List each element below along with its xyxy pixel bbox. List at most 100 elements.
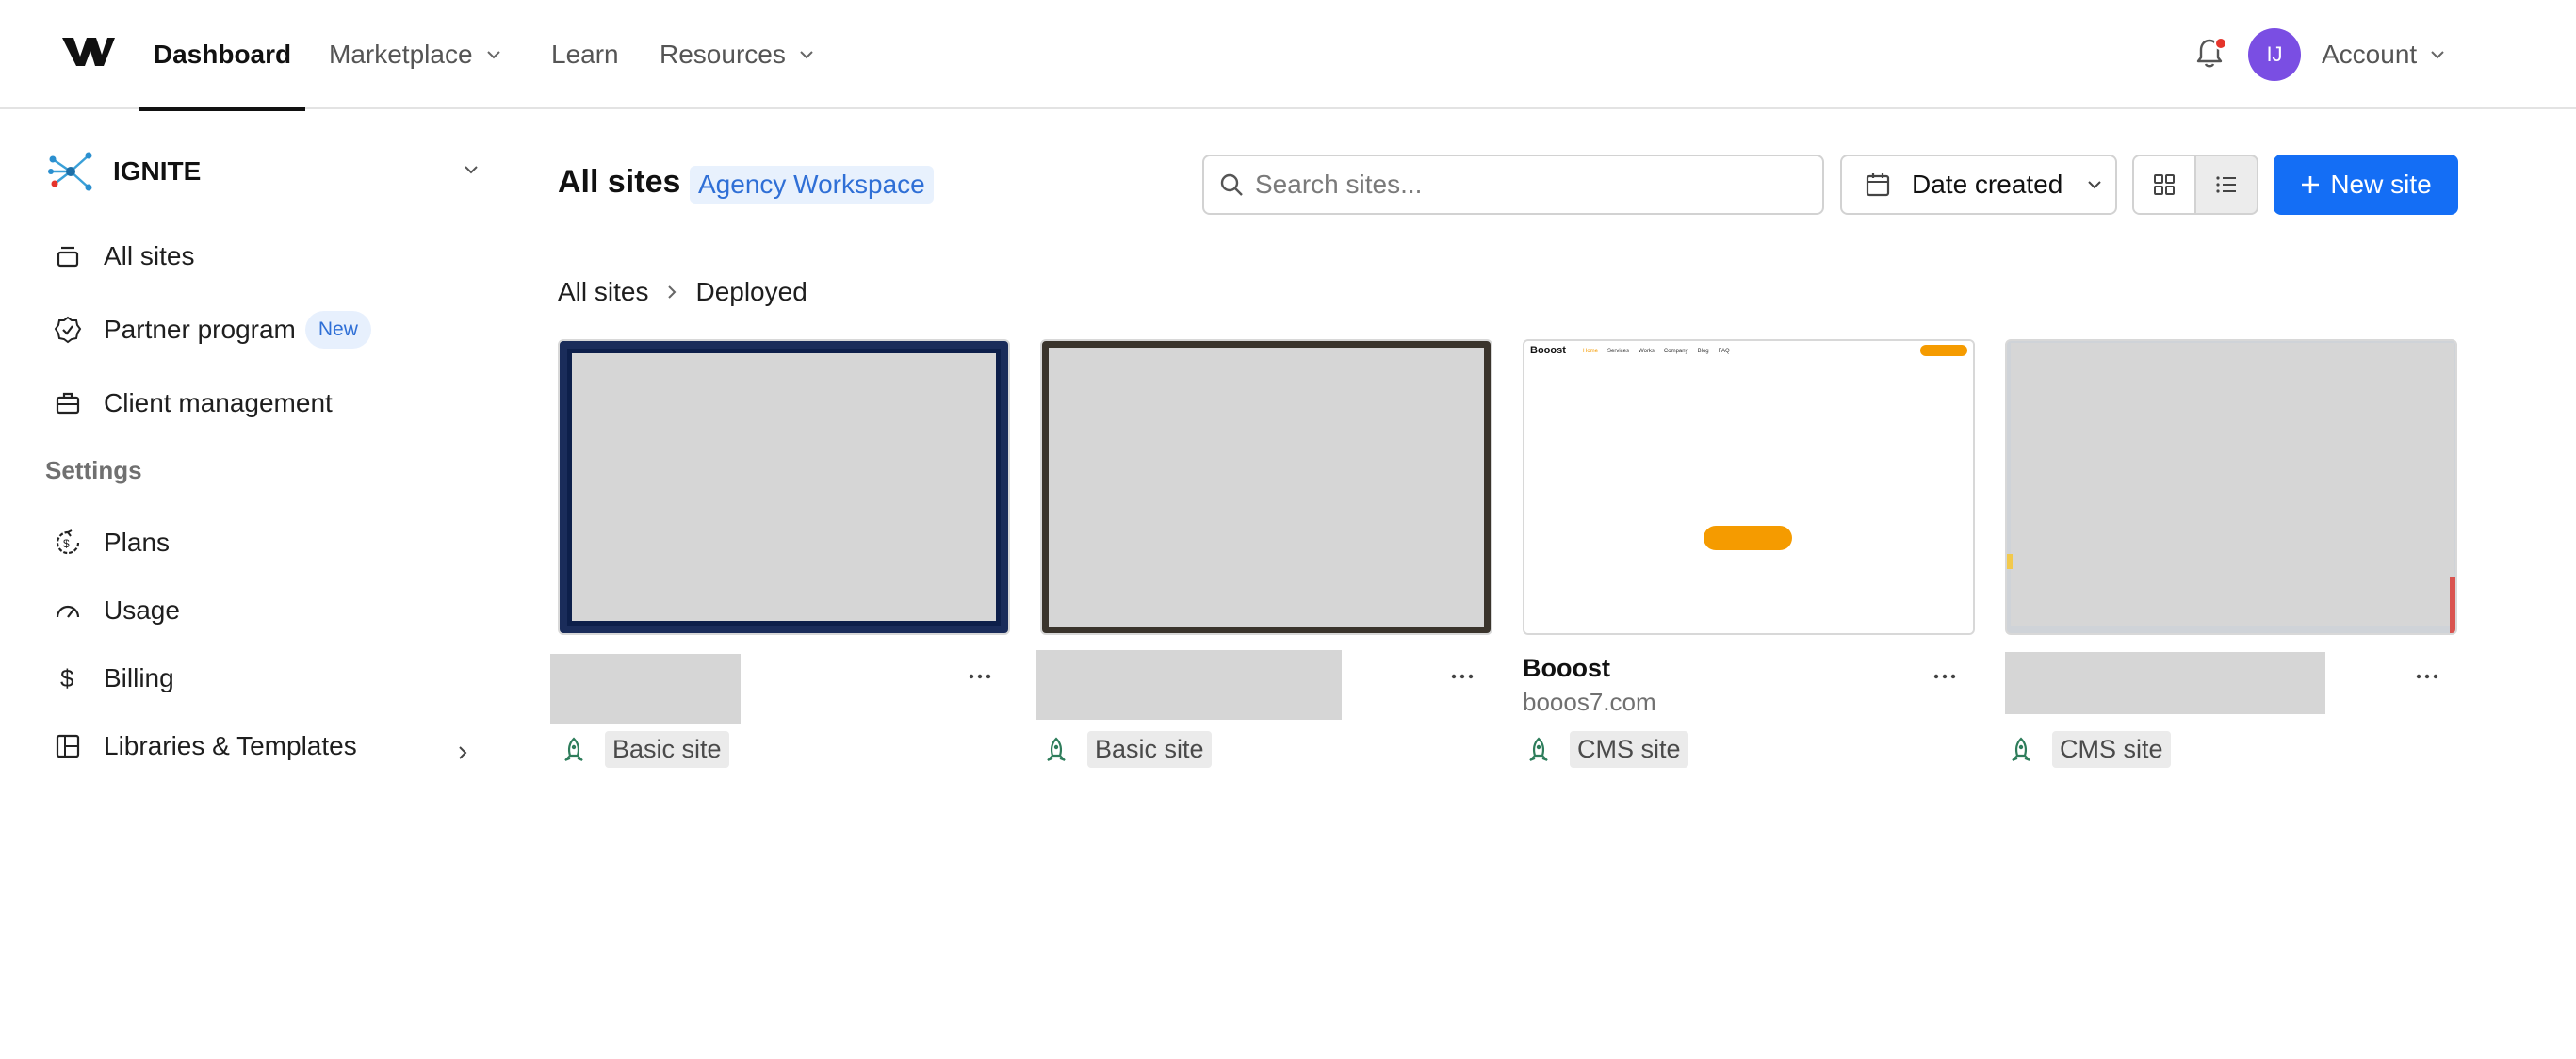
more-options-icon[interactable] (2406, 656, 2448, 697)
site-card: Basic site (550, 339, 1010, 768)
search-input[interactable] (1255, 170, 1802, 200)
webflow-logo-icon[interactable] (62, 34, 115, 68)
grid-icon (2154, 174, 2175, 195)
preview-nav-item: Blog (1697, 349, 1709, 354)
sidebar-item-partner-program[interactable]: Partner program New (45, 301, 479, 358)
nav-resources[interactable]: Resources (660, 0, 814, 109)
site-preview: Booost Home Services Works Company Blog … (1524, 341, 1973, 633)
workspace-logo-icon (48, 152, 92, 191)
chevron-right-icon (458, 737, 467, 767)
rocket-icon (2012, 736, 2030, 761)
site-plan: CMS site (2007, 731, 2171, 768)
nav-marketplace[interactable]: Marketplace (329, 0, 501, 109)
preview-cta-button (1704, 526, 1792, 550)
chevron-down-icon (486, 50, 501, 59)
site-thumbnail[interactable] (558, 339, 1010, 635)
plans-cycle-icon: $ (51, 526, 85, 560)
chevron-down-icon (2430, 50, 2445, 59)
breadcrumb-all-sites[interactable]: All sites (558, 277, 648, 307)
sort-select[interactable]: Date created (1840, 155, 2117, 215)
rocket-icon (564, 736, 583, 761)
sidebar-item-label: Client management (104, 388, 333, 417)
nav-marketplace-label: Marketplace (329, 40, 473, 69)
calendar-icon (1866, 173, 1890, 197)
breadcrumb: All sites Deployed (558, 275, 807, 309)
preview-nav: Home Services Works Company Blog FAQ (1583, 349, 1730, 354)
preview-logo: Booost (1530, 345, 1566, 356)
sidebar-item-billing[interactable]: $ Billing (45, 650, 479, 707)
plus-icon (2300, 174, 2321, 195)
chevron-down-icon (2087, 177, 2102, 194)
rocket-icon (1529, 736, 1548, 761)
new-badge: New (304, 311, 371, 349)
site-domain: booos7.com (1523, 688, 1656, 716)
preview-nav-item: Home (1583, 349, 1599, 354)
dollar-icon: $ (51, 661, 85, 695)
thumbnail-edge-accent (2007, 554, 2013, 569)
notifications-bell-icon[interactable] (2195, 37, 2227, 71)
sidebar-item-label: Libraries & Templates (104, 731, 357, 760)
partner-badge-icon (51, 313, 85, 347)
plan-badge: Basic site (1087, 731, 1212, 768)
gauge-icon (51, 594, 85, 627)
plan-badge: Basic site (605, 731, 729, 768)
grid-view-button[interactable] (2134, 156, 2196, 213)
account-menu[interactable]: Account (2322, 0, 2445, 109)
preview-nav-item: Works (1639, 349, 1655, 354)
user-avatar[interactable]: IJ (2248, 28, 2301, 81)
workspace-tag: Agency Workspace (690, 166, 934, 204)
page-title: All sites (558, 164, 681, 200)
briefcase-icon (51, 386, 85, 420)
chevron-right-icon (667, 285, 677, 300)
more-options-icon[interactable] (1924, 656, 1965, 697)
site-plan: Basic site (1042, 731, 1212, 768)
thumbnail-edge-accent (2450, 577, 2455, 633)
search-icon (1220, 173, 1243, 196)
site-thumbnail[interactable]: Booost Home Services Works Company Blog … (1523, 339, 1975, 635)
workspace-switcher[interactable]: IGNITE (45, 143, 479, 200)
site-name[interactable]: Booost (1523, 654, 1610, 683)
site-card: Basic site (1036, 339, 1492, 768)
sidebar-item-label: Plans (104, 528, 171, 557)
sidebar-item-client-management[interactable]: Client management (45, 375, 479, 432)
new-site-label: New site (2330, 170, 2432, 199)
chevron-down-icon (464, 162, 479, 179)
site-plan: CMS site (1524, 731, 1688, 768)
site-thumbnail[interactable] (2005, 339, 2457, 635)
nav-dashboard[interactable]: Dashboard (139, 0, 305, 111)
library-layout-icon (51, 729, 85, 763)
sidebar-item-label: Billing (104, 663, 174, 692)
view-toggle (2132, 155, 2258, 215)
search-box (1202, 155, 1824, 215)
thumbnail-placeholder (2011, 343, 2454, 626)
preview-contact-pill (1920, 345, 1967, 356)
nav-dashboard-label: Dashboard (153, 40, 292, 69)
sidebar-item-plans[interactable]: $ Plans (45, 514, 479, 571)
sidebar-item-label: All sites (104, 241, 195, 270)
chevron-down-icon (799, 50, 814, 59)
site-thumbnail[interactable] (1040, 339, 1492, 635)
list-view-button[interactable] (2196, 156, 2257, 213)
sidebar-item-usage[interactable]: Usage (45, 582, 479, 639)
breadcrumb-deployed: Deployed (695, 277, 807, 306)
thumbnail-placeholder (1046, 345, 1487, 629)
sidebar-item-all-sites[interactable]: All sites (45, 228, 479, 285)
rocket-icon (1047, 736, 1066, 761)
settings-heading: Settings (45, 456, 142, 484)
notification-dot (2214, 37, 2227, 50)
account-label: Account (2322, 40, 2418, 69)
plan-badge: CMS site (2052, 731, 2171, 768)
more-options-icon[interactable] (1442, 656, 1483, 697)
sidebar-item-label: Usage (104, 595, 180, 625)
redacted-site-name (1036, 650, 1342, 720)
nav-learn[interactable]: Learn (551, 0, 619, 109)
redacted-site-name (2005, 652, 2325, 714)
top-navigation-bar: Dashboard Marketplace Learn Resources IJ… (0, 0, 2576, 111)
thumbnail-placeholder (567, 349, 1001, 626)
more-options-icon[interactable] (959, 656, 1001, 697)
new-site-button[interactable]: New site (2274, 155, 2458, 215)
redacted-site-name (550, 654, 741, 724)
site-card: CMS site (2005, 339, 2457, 768)
sidebar-item-libraries-templates[interactable]: Libraries & Templates (45, 718, 479, 774)
svg-text:$: $ (60, 664, 74, 692)
